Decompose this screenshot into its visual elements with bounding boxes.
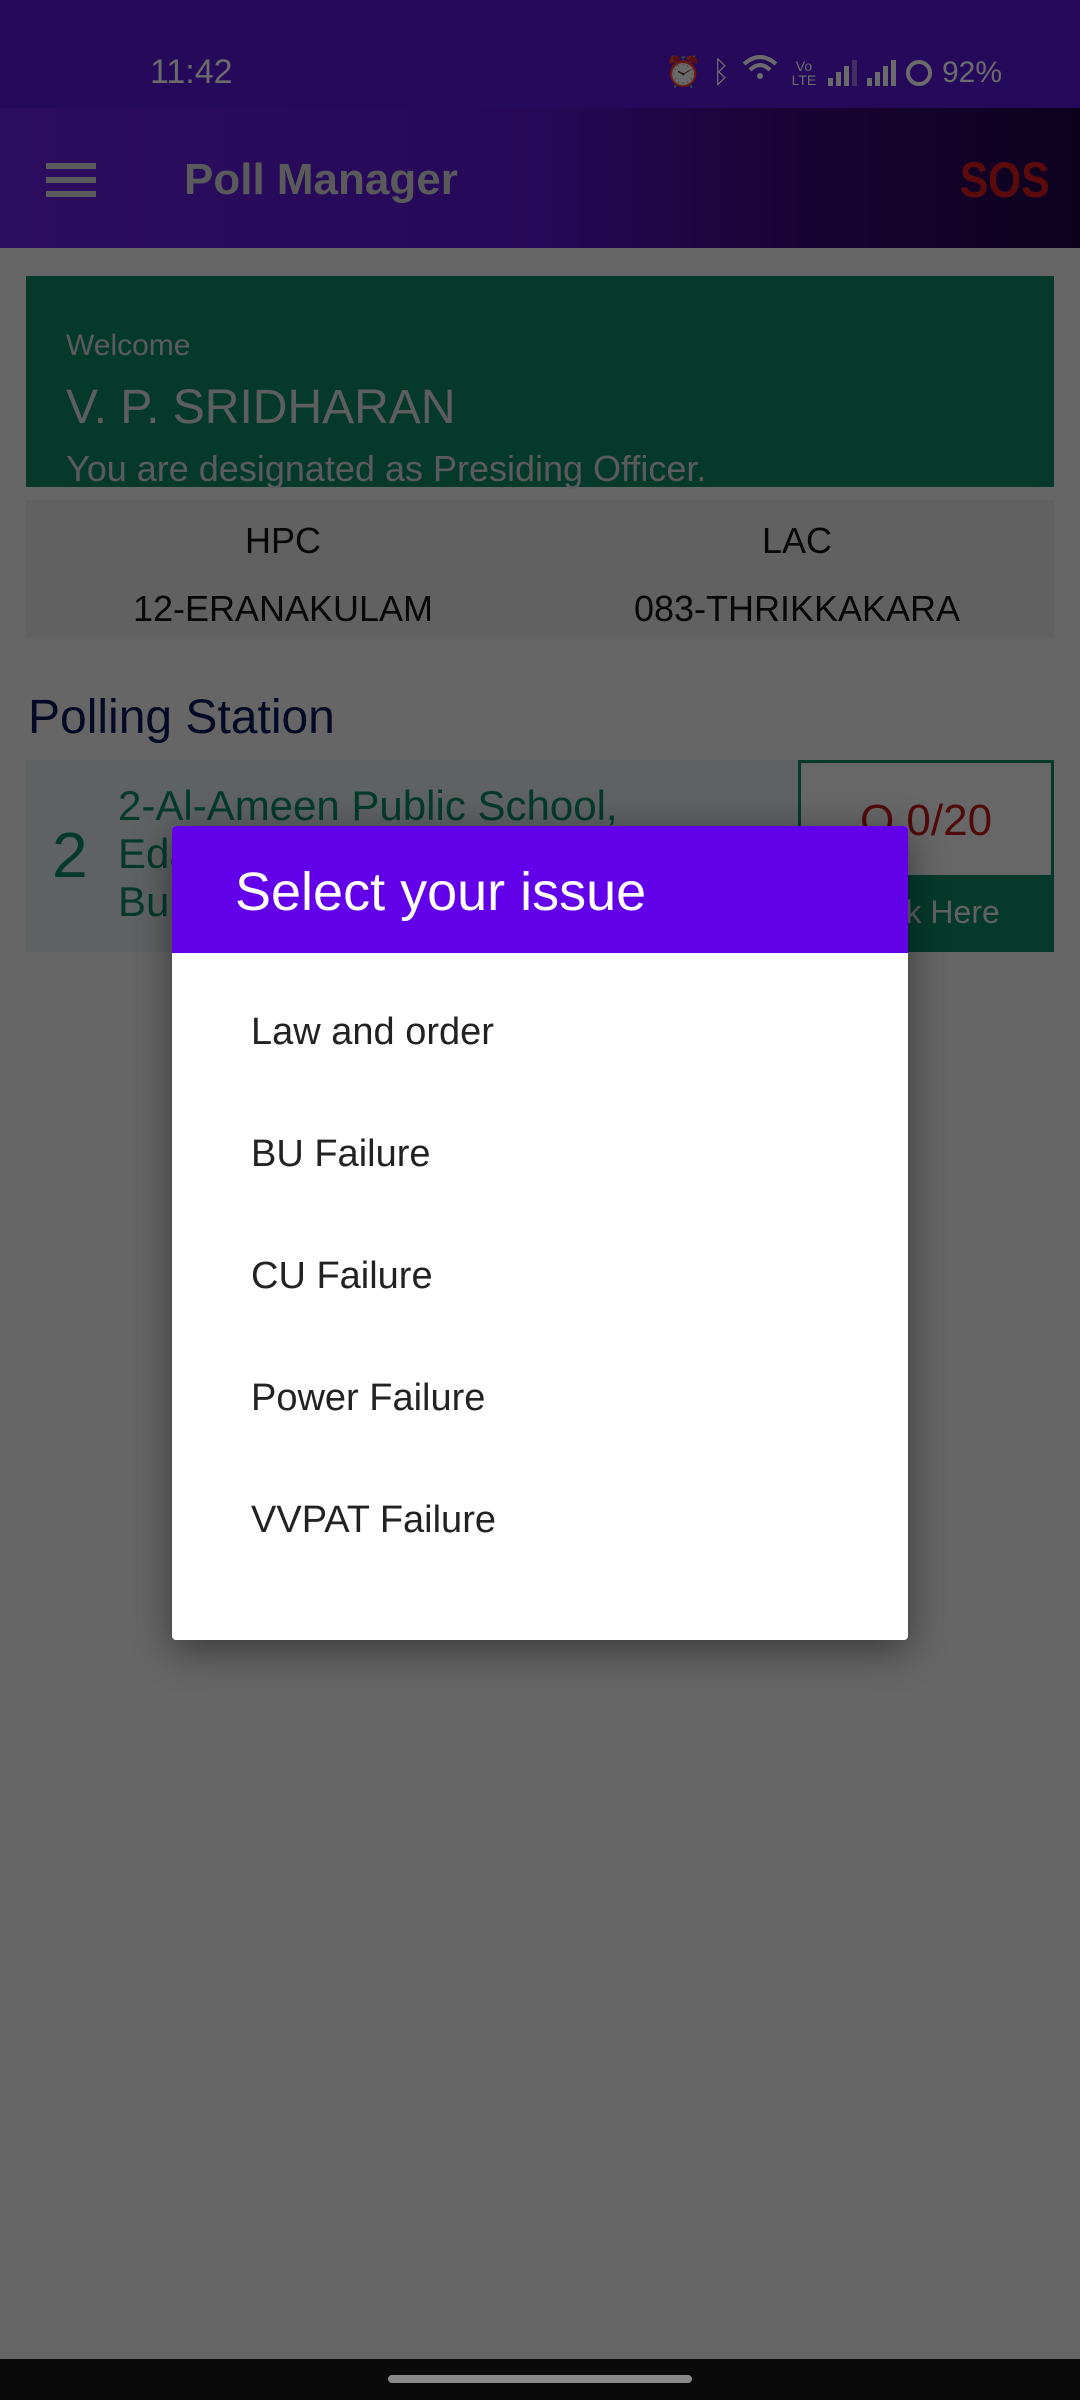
- issue-option-power-failure[interactable]: Power Failure: [172, 1337, 908, 1459]
- issue-option-cu-failure[interactable]: CU Failure: [172, 1215, 908, 1337]
- navigation-bar: [0, 2359, 1080, 2400]
- select-issue-dialog: Select your issue Law and order BU Failu…: [172, 826, 908, 1640]
- issue-option-vvpat-failure[interactable]: VVPAT Failure: [172, 1459, 908, 1581]
- dialog-title: Select your issue: [235, 862, 647, 922]
- issue-option-law-and-order[interactable]: Law and order: [172, 971, 908, 1093]
- dialog-header: Select your issue: [172, 826, 908, 953]
- home-gesture-handle[interactable]: [388, 2375, 692, 2383]
- issue-option-bu-failure[interactable]: BU Failure: [172, 1093, 908, 1215]
- issue-options-list: Law and order BU Failure CU Failure Powe…: [172, 953, 908, 1581]
